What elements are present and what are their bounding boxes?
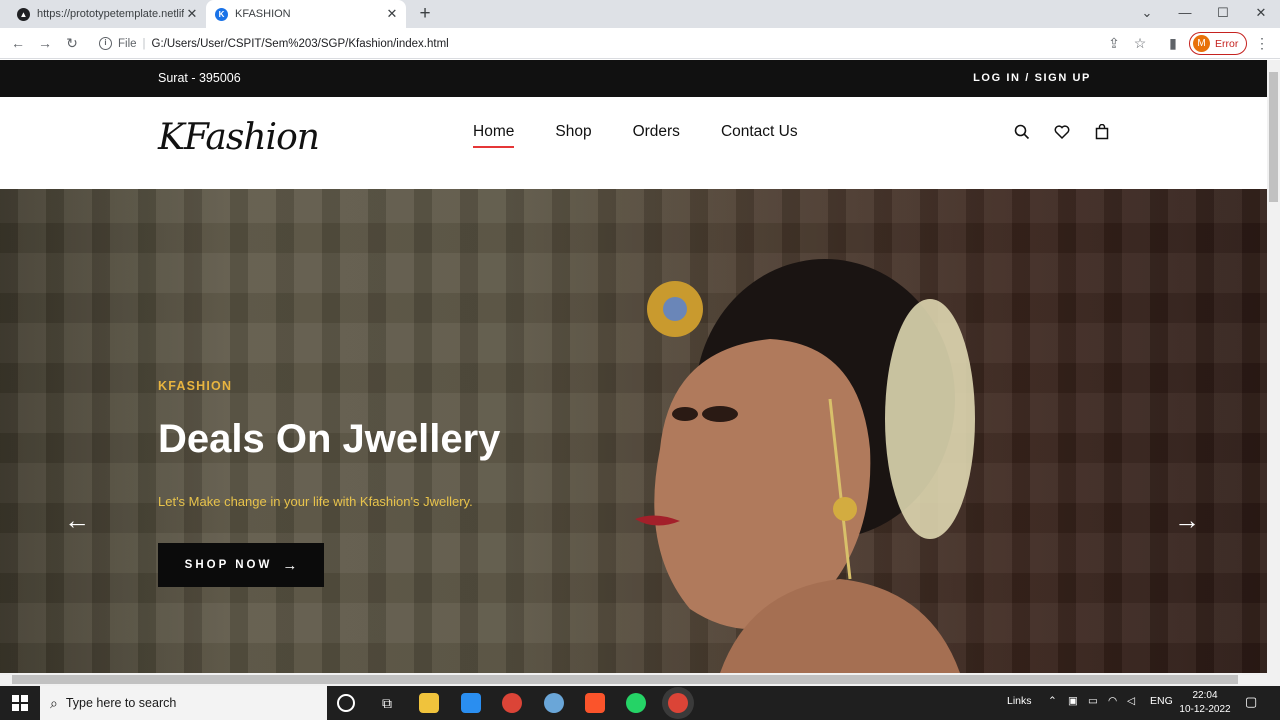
heart-icon[interactable] xyxy=(1054,124,1094,145)
language-indicator[interactable]: ENG xyxy=(1150,695,1173,707)
clock-time: 22:04 xyxy=(1192,690,1218,701)
hero-subline: Let's Make change in your life with Kfas… xyxy=(158,494,473,509)
tab-title: https://prototypetemplate.netlify xyxy=(37,8,184,20)
main-nav: Home Shop Orders Contact Us xyxy=(473,123,839,148)
browser-toolbar: ← → ↻ i File | G:/Users/User/CSPIT/Sem%2… xyxy=(0,28,1280,59)
close-window-icon[interactable]: ✕ xyxy=(1242,0,1280,28)
minimize-icon[interactable]: — xyxy=(1166,0,1204,28)
windows-taskbar: ⌕ Type here to search ⧉ Links ⌃ ▣ ▭ ◠ ◁ … xyxy=(0,686,1280,720)
tab-close-icon[interactable]: ✕ xyxy=(384,6,400,22)
site-logo[interactable]: KFashion xyxy=(158,117,320,158)
bag-icon[interactable] xyxy=(1094,123,1134,145)
profile-status: Error xyxy=(1215,37,1239,50)
battery-icon[interactable]: ▭ xyxy=(1088,695,1098,707)
hero-model-image xyxy=(635,259,975,673)
bookmark-star-icon[interactable]: ☆ xyxy=(1131,34,1149,52)
forward-icon[interactable]: → xyxy=(36,34,54,52)
tab-title: KFASHION xyxy=(235,8,291,20)
hero-slider: KFASHION Deals On Jwellery Let's Make ch… xyxy=(0,189,1267,673)
slider-prev-arrow-icon[interactable]: ← xyxy=(64,505,90,536)
tray-device-icon[interactable]: ▣ xyxy=(1068,695,1078,707)
url-text: G:/Users/User/CSPIT/Sem%203/SGP/Kfashion… xyxy=(151,37,449,50)
header-icons xyxy=(1014,123,1134,145)
nav-contact-us[interactable]: Contact Us xyxy=(721,123,798,148)
links-toolbar[interactable]: Links xyxy=(1007,695,1032,707)
nav-home[interactable]: Home xyxy=(473,123,515,148)
nav-shop[interactable]: Shop xyxy=(555,123,591,148)
back-icon[interactable]: ← xyxy=(9,34,27,52)
avatar: M xyxy=(1193,35,1210,52)
browser-tab-kfashion[interactable]: K KFASHION ✕ xyxy=(206,0,406,28)
website-viewport: Surat - 395006 LOG IN / SIGN UP KFashion… xyxy=(0,60,1267,673)
tab-close-icon[interactable]: ✕ xyxy=(184,6,200,22)
profile-error-button[interactable]: M Error xyxy=(1189,32,1247,55)
arrow-right-icon: → xyxy=(282,556,298,574)
site-header: KFashion Home Shop Orders Contact Us xyxy=(0,97,1267,189)
whatsapp-icon[interactable] xyxy=(626,693,646,713)
browser-tab-strip: ▲ https://prototypetemplate.netlify ✕ K … xyxy=(0,0,1280,28)
wifi-icon[interactable]: ◠ xyxy=(1108,695,1117,707)
search-icon: ⌕ xyxy=(50,694,58,711)
clock-date: 10-12-2022 xyxy=(1179,704,1231,715)
url-scheme: File xyxy=(118,37,137,50)
info-icon[interactable]: i xyxy=(99,37,112,50)
shop-now-label: SHOP NOW xyxy=(184,559,273,571)
windows-start-icon[interactable] xyxy=(12,695,28,711)
taskbar-clock[interactable]: 22:04 10-12-2022 xyxy=(1176,689,1234,717)
taskbar-search-placeholder: Type here to search xyxy=(65,696,177,710)
site-topbar: Surat - 395006 LOG IN / SIGN UP xyxy=(0,60,1267,97)
notifications-icon[interactable]: ▢ xyxy=(1245,694,1257,710)
slider-next-arrow-icon[interactable]: → xyxy=(1174,505,1200,536)
reload-icon[interactable]: ↻ xyxy=(63,34,81,52)
search-icon[interactable] xyxy=(1014,124,1054,145)
tray-chevron-icon[interactable]: ⌃ xyxy=(1048,695,1057,707)
new-tab-icon[interactable]: + xyxy=(416,4,434,24)
hero-headline: Deals On Jwellery xyxy=(158,417,501,461)
brave-icon[interactable] xyxy=(585,693,605,713)
share-icon[interactable]: ⇪ xyxy=(1105,34,1123,52)
address-bar[interactable]: i File | G:/Users/User/CSPIT/Sem%203/SGP… xyxy=(90,32,1160,55)
vertical-scrollbar[interactable] xyxy=(1267,60,1280,673)
tab-favicon-icon: K xyxy=(215,7,228,21)
url-separator: | xyxy=(142,37,146,50)
maximize-icon[interactable]: ☐ xyxy=(1204,0,1242,28)
chrome-menu-icon[interactable]: ⋮ xyxy=(1253,34,1271,52)
chrome-icon[interactable] xyxy=(502,693,522,713)
tab-search-chevron-icon[interactable]: ⌄ xyxy=(1128,0,1166,28)
location-text: Surat - 395006 xyxy=(158,71,241,85)
file-explorer-icon[interactable] xyxy=(419,693,439,713)
chrome-active-icon[interactable] xyxy=(668,693,688,713)
shop-now-button[interactable]: SHOP NOW → xyxy=(158,543,324,587)
browser-tab-prototype[interactable]: ▲ https://prototypetemplate.netlify ✕ xyxy=(8,0,206,28)
horizontal-scrollbar[interactable] xyxy=(0,673,1280,686)
vscode-icon[interactable] xyxy=(461,693,481,713)
nav-orders[interactable]: Orders xyxy=(633,123,680,148)
paint-icon[interactable] xyxy=(544,693,564,713)
login-signup-link[interactable]: LOG IN / SIGN UP xyxy=(973,72,1091,84)
cortana-icon[interactable] xyxy=(337,694,355,712)
side-panel-icon[interactable]: ▮ xyxy=(1164,34,1182,52)
volume-icon[interactable]: ◁ xyxy=(1127,695,1135,707)
tab-favicon-icon: ▲ xyxy=(17,7,30,21)
task-view-icon[interactable]: ⧉ xyxy=(377,693,397,713)
horizontal-scroll-thumb[interactable] xyxy=(12,675,1238,684)
taskbar-search-box[interactable]: ⌕ Type here to search xyxy=(40,686,327,720)
vertical-scroll-thumb[interactable] xyxy=(1269,72,1278,202)
hero-tag: KFASHION xyxy=(158,379,233,393)
